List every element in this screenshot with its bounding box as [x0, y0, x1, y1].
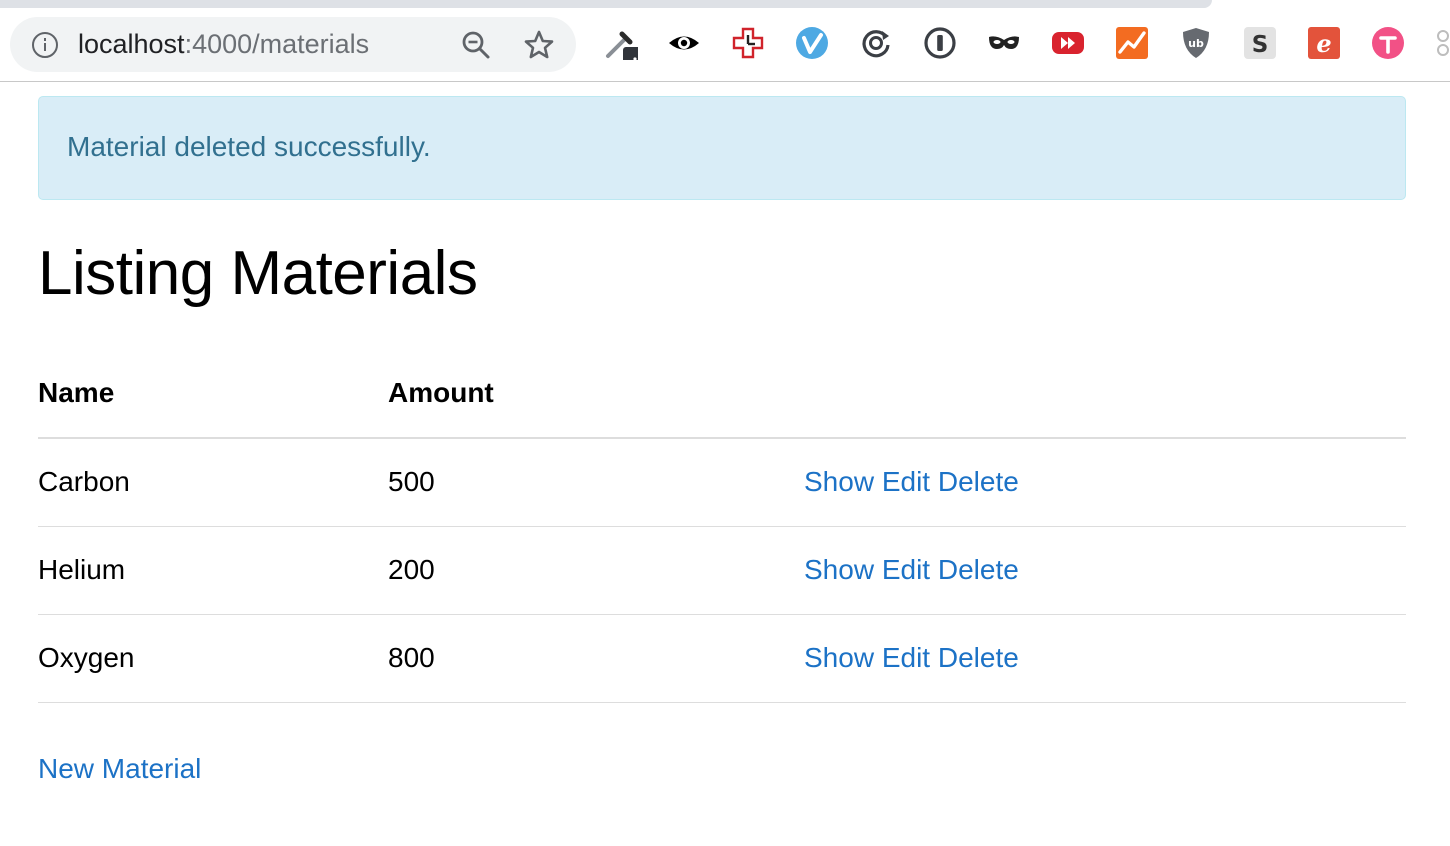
info-icon[interactable] [32, 32, 58, 58]
edit-link[interactable]: Edit [882, 642, 930, 673]
edit-link[interactable]: Edit [882, 466, 930, 497]
delete-link[interactable]: Delete [938, 466, 1019, 497]
youtube-fast-forward-icon[interactable] [1051, 26, 1085, 60]
password-manager-icon[interactable] [923, 26, 957, 60]
medical-cross-clock-icon[interactable] [731, 26, 765, 60]
svg-text:e: e [1316, 29, 1331, 58]
flash-alert: Material deleted successfully. [38, 96, 1406, 200]
row-actions: Show Edit Delete [804, 614, 1406, 703]
row-actions: Show Edit Delete [804, 526, 1406, 615]
table-row: Helium 200 Show Edit Delete [38, 526, 1406, 615]
delete-link[interactable]: Delete [938, 554, 1019, 585]
vimeo-v-icon[interactable] [795, 26, 829, 60]
table-header-row: Name Amount [38, 348, 1406, 439]
edit-link[interactable]: Edit [882, 554, 930, 585]
pink-t-extension-icon[interactable] [1371, 26, 1405, 60]
column-header-actions [804, 348, 1406, 439]
ublock-shield-icon[interactable]: ub [1179, 26, 1213, 60]
materials-table: Name Amount Carbon 500 Show Edit Delete … [38, 348, 1406, 703]
mask-icon[interactable] [987, 26, 1021, 60]
tab-strip [0, 0, 1212, 8]
materials-table-wrapper: Name Amount Carbon 500 Show Edit Delete … [38, 348, 1406, 703]
material-amount-cell: 500 [388, 438, 804, 527]
material-name-cell: Carbon [38, 438, 388, 527]
zoom-out-icon[interactable] [460, 29, 492, 61]
svg-text:S: S [1252, 32, 1269, 58]
show-link[interactable]: Show [804, 554, 874, 585]
page-content: Material deleted successfully. Listing M… [0, 82, 1450, 846]
table-row: Carbon 500 Show Edit Delete [38, 438, 1406, 527]
material-amount-cell: 800 [388, 614, 804, 703]
show-link[interactable]: Show [804, 642, 874, 673]
show-link[interactable]: Show [804, 466, 874, 497]
page-title: Listing Materials [38, 239, 478, 308]
material-name-cell: Helium [38, 526, 388, 615]
svg-text:ub: ub [1188, 37, 1204, 50]
eye-icon[interactable] [667, 26, 701, 60]
row-actions: Show Edit Delete [804, 438, 1406, 527]
eyedropper-icon[interactable] [604, 26, 638, 60]
url-host: localhost [78, 29, 185, 59]
sync-refresh-icon[interactable] [859, 26, 893, 60]
browser-toolbar: localhost:4000/materials ub S e [0, 0, 1450, 82]
new-material-link[interactable]: New Material [38, 752, 201, 786]
flash-message: Material deleted successfully. [67, 131, 431, 162]
column-header-name: Name [38, 348, 388, 439]
s-extension-icon[interactable]: S [1243, 26, 1277, 60]
e-extension-icon[interactable]: e [1307, 26, 1341, 60]
address-bar[interactable]: localhost:4000/materials [10, 17, 576, 72]
analytics-chart-icon[interactable] [1115, 26, 1149, 60]
puzzle-icon[interactable] [1433, 26, 1450, 60]
table-row: Oxygen 800 Show Edit Delete [38, 614, 1406, 703]
material-name-cell: Oxygen [38, 614, 388, 703]
column-header-amount: Amount [388, 348, 804, 439]
delete-link[interactable]: Delete [938, 642, 1019, 673]
url-text[interactable]: localhost:4000/materials [78, 29, 369, 59]
bookmark-star-icon[interactable] [522, 28, 556, 62]
material-amount-cell: 200 [388, 526, 804, 615]
url-path: :4000/materials [184, 29, 370, 59]
